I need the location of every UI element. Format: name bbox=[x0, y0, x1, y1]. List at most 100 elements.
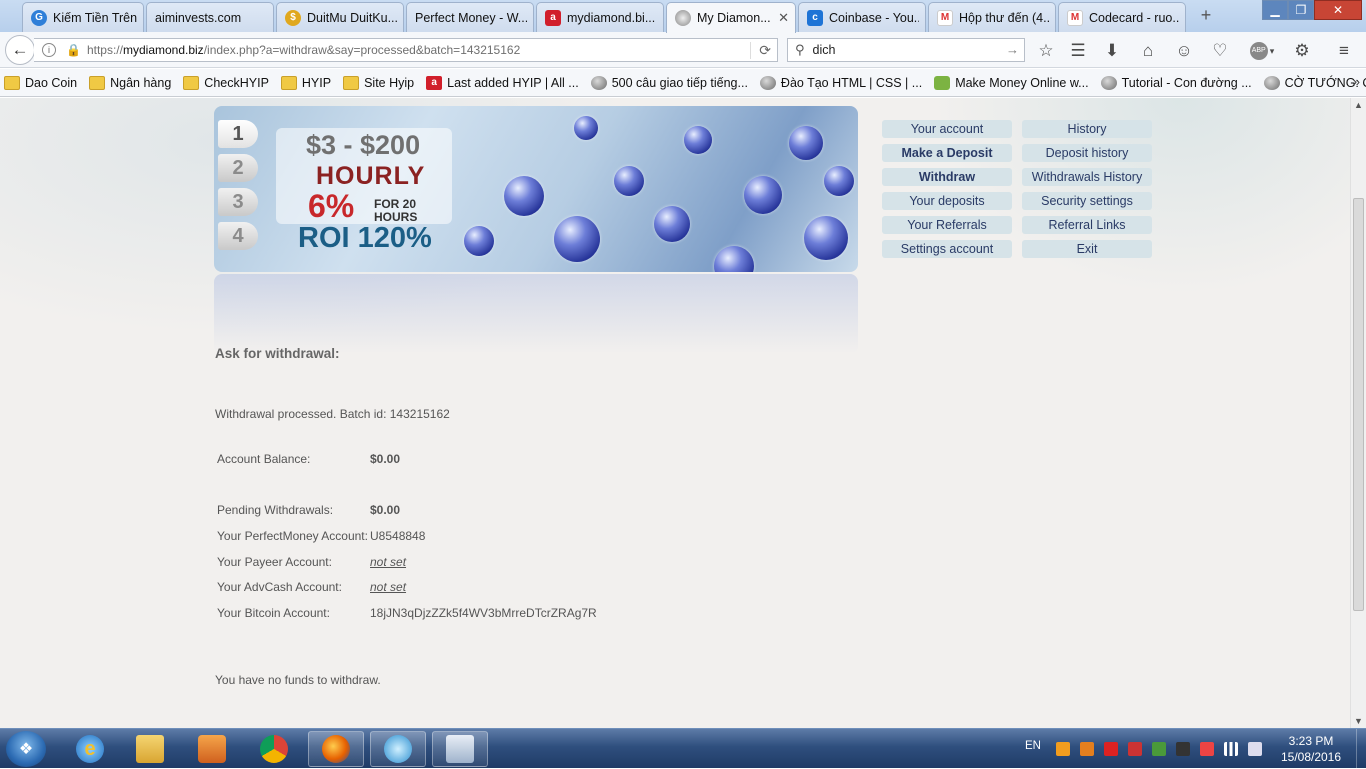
bookmark-folder[interactable]: Site Hyip bbox=[343, 75, 414, 90]
tray-app-icon[interactable] bbox=[1080, 742, 1094, 756]
bookmark-item[interactable]: Tutorial - Con đường ... bbox=[1100, 75, 1252, 90]
tab-gmail-inbox[interactable]: M Hộp thư đến (4... bbox=[928, 2, 1056, 32]
menu-your-deposits[interactable]: Your deposits bbox=[882, 192, 1012, 210]
globe-icon bbox=[590, 75, 607, 90]
tab-mydiamond-biz[interactable]: a mydiamond.bi... bbox=[536, 2, 664, 32]
menu-exit[interactable]: Exit bbox=[1022, 240, 1152, 258]
show-desktop-button[interactable] bbox=[1356, 729, 1366, 769]
start-button[interactable]: ❖ bbox=[6, 731, 46, 767]
perfectmoney-label: Your PerfectMoney Account: bbox=[217, 529, 368, 543]
menu-your-referrals[interactable]: Your Referrals bbox=[882, 216, 1012, 234]
step-2[interactable]: 2 bbox=[218, 154, 258, 182]
reading-list-icon[interactable]: ☰ bbox=[1066, 40, 1090, 62]
step-4[interactable]: 4 bbox=[218, 222, 258, 250]
tray-app-icon[interactable] bbox=[1056, 742, 1070, 756]
menu-settings-account[interactable]: Settings account bbox=[882, 240, 1012, 258]
taskbar-chrome[interactable] bbox=[246, 731, 302, 767]
tab-kiem-tien[interactable]: G Kiếm Tiền Trên... bbox=[22, 2, 144, 32]
volume-icon[interactable] bbox=[1248, 742, 1262, 756]
chevron-right-icon[interactable]: » bbox=[1353, 74, 1360, 89]
promo-range: $3 - $200 bbox=[306, 130, 421, 160]
url-path: /index.php?a=withdraw&say=processed&batc… bbox=[203, 43, 521, 57]
back-button[interactable]: ← bbox=[5, 35, 35, 65]
bookmark-item[interactable]: CỜ TƯỚNG: CHUYÊN ... bbox=[1263, 75, 1366, 90]
url-host: mydiamond.biz bbox=[122, 43, 204, 57]
step-3[interactable]: 3 bbox=[218, 188, 258, 216]
tray-app-icon[interactable] bbox=[1104, 742, 1118, 756]
tab-coinbase[interactable]: c Coinbase - You... bbox=[798, 2, 926, 32]
hamburger-menu-icon[interactable]: ≡ bbox=[1332, 40, 1356, 62]
diamond-favicon-icon bbox=[675, 10, 691, 26]
menu-your-account[interactable]: Your account bbox=[882, 120, 1012, 138]
chat-icon[interactable]: ☺ bbox=[1172, 40, 1196, 62]
new-tab-icon[interactable]: + bbox=[1196, 5, 1216, 26]
bookmark-item[interactable]: 500 câu giao tiếp tiếng... bbox=[590, 75, 748, 90]
step-1[interactable]: 1 bbox=[218, 120, 258, 148]
menu-make-deposit[interactable]: Make a Deposit bbox=[882, 144, 1012, 162]
bookmark-folder[interactable]: Dao Coin bbox=[4, 75, 77, 90]
language-indicator[interactable]: EN bbox=[1025, 740, 1041, 752]
bookmark-item[interactable]: Đào Tạo HTML | CSS | ... bbox=[759, 75, 922, 90]
menu-history[interactable]: History bbox=[1022, 120, 1152, 138]
search-go-icon[interactable]: → bbox=[1006, 42, 1019, 57]
bookmark-folder[interactable]: CheckHYIP bbox=[183, 75, 269, 90]
menu-withdrawals-history[interactable]: Withdrawals History bbox=[1022, 168, 1152, 186]
home-icon[interactable]: ⌂ bbox=[1136, 40, 1160, 62]
tab-my-diamond-active[interactable]: My Diamon... ✕ bbox=[666, 2, 796, 33]
bookmark-label: CheckHYIP bbox=[204, 75, 269, 90]
tab-title: aiminvests.com bbox=[155, 10, 242, 25]
close-window-icon[interactable]: ✕ bbox=[1314, 0, 1362, 20]
bookmark-item[interactable]: a Last added HYIP | All ... bbox=[426, 75, 579, 90]
shield-icon[interactable] bbox=[1128, 742, 1142, 756]
navigation-bar: ← i 🔒 https://mydiamond.biz/index.php?a=… bbox=[0, 32, 1366, 68]
menu-withdraw[interactable]: Withdraw bbox=[882, 168, 1012, 186]
reload-icon[interactable]: ⟳ bbox=[750, 42, 771, 59]
page-title: Ask for withdrawal: bbox=[215, 346, 340, 361]
bookmark-item[interactable]: Make Money Online w... bbox=[934, 75, 1089, 90]
tray-app-icon[interactable] bbox=[1200, 742, 1214, 756]
pocket-icon[interactable]: ♡ bbox=[1208, 40, 1232, 62]
taskbar-media-player[interactable] bbox=[184, 731, 240, 767]
tab-aiminvests[interactable]: aiminvests.com bbox=[146, 2, 274, 32]
tab-duitmu[interactable]: $ DuitMu DuitKu... bbox=[276, 2, 404, 32]
taskbar-internet-explorer[interactable]: e bbox=[62, 731, 118, 767]
tab-codecard[interactable]: M Codecard - ruo... bbox=[1058, 2, 1186, 32]
menu-referral-links[interactable]: Referral Links bbox=[1022, 216, 1152, 234]
account-balance-label: Account Balance: bbox=[217, 452, 311, 466]
bookmark-folder[interactable]: HYIP bbox=[280, 75, 331, 90]
info-icon[interactable]: i bbox=[42, 43, 56, 57]
scroll-up-icon[interactable]: ▲ bbox=[1354, 100, 1363, 110]
address-bar[interactable]: i 🔒 https://mydiamond.biz/index.php?a=wi… bbox=[34, 38, 778, 62]
maximize-icon[interactable]: ❐ bbox=[1288, 0, 1314, 20]
gem-decoration bbox=[614, 166, 644, 196]
tray-app-icon[interactable] bbox=[1176, 742, 1190, 756]
scroll-down-icon[interactable]: ▼ bbox=[1354, 716, 1363, 726]
extension-icon[interactable]: ⚙ bbox=[1290, 40, 1314, 62]
bookmark-folder[interactable]: Ngân hàng bbox=[89, 75, 171, 90]
clock[interactable]: 3:23 PM 15/08/2016 bbox=[1276, 733, 1346, 765]
advcash-value-link[interactable]: not set bbox=[370, 580, 406, 594]
folder-icon bbox=[89, 75, 106, 90]
account-balance-value: $0.00 bbox=[370, 452, 401, 466]
menu-security-settings[interactable]: Security settings bbox=[1022, 192, 1152, 210]
payeer-value-link[interactable]: not set bbox=[370, 555, 406, 569]
minimize-icon[interactable]: ▁ bbox=[1262, 0, 1288, 20]
signal-icon[interactable] bbox=[1224, 742, 1238, 756]
tray-app-icon[interactable] bbox=[1152, 742, 1166, 756]
search-input[interactable]: dich bbox=[813, 43, 836, 57]
promo-duration: FOR 20 HOURS bbox=[374, 198, 417, 224]
taskbar-app[interactable] bbox=[370, 731, 426, 767]
download-icon[interactable]: ⬇ bbox=[1100, 40, 1124, 62]
vertical-scrollbar[interactable]: ▲ ▼ bbox=[1350, 98, 1366, 728]
scrollbar-thumb[interactable] bbox=[1353, 198, 1364, 611]
taskbar-explorer[interactable] bbox=[122, 731, 178, 767]
menu-deposit-history[interactable]: Deposit history bbox=[1022, 144, 1152, 162]
star-bookmark-icon[interactable]: ☆ bbox=[1034, 40, 1058, 62]
taskbar-firefox[interactable] bbox=[308, 731, 364, 767]
adblock-icon[interactable]: ABP ▾ bbox=[1246, 40, 1278, 62]
taskbar-calculator[interactable] bbox=[432, 731, 488, 767]
close-tab-icon[interactable]: ✕ bbox=[778, 10, 789, 26]
search-box[interactable]: ⚲ dich → bbox=[787, 38, 1025, 62]
tab-perfect-money[interactable]: Perfect Money - W... bbox=[406, 2, 534, 32]
gem-decoration bbox=[789, 126, 823, 160]
